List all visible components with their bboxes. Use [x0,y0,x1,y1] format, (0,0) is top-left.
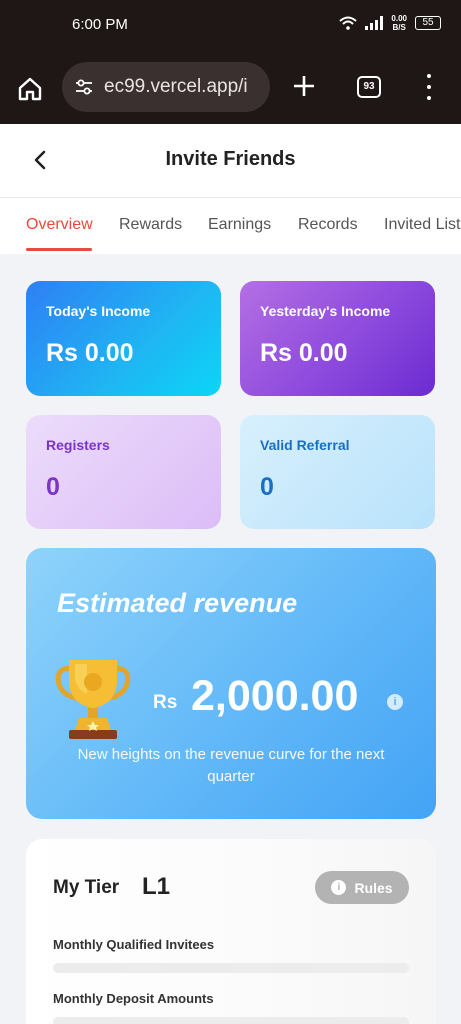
browser-chrome: 6:00 PM 0.00 B/S 55 ec99.vercel.app/i 93 [0,0,461,124]
active-tab-indicator [26,248,92,251]
estimated-revenue-card: Estimated revenue Rs 2,000.00 i New heig… [26,548,436,819]
wifi-icon [339,16,358,30]
info-icon: i [331,880,347,895]
status-time: 6:00 PM [72,16,128,33]
rules-button[interactable]: i Rules [315,871,409,904]
tab-records[interactable]: Records [298,216,358,234]
app-header: Invite Friends [0,124,461,198]
today-income-card: Today's Income Rs 0.00 [26,281,221,396]
trophy-icon [55,660,131,739]
url-bar: ec99.vercel.app/i 93 [0,60,461,116]
tab-earnings[interactable]: Earnings [208,216,271,234]
estimated-revenue-title: Estimated revenue [57,588,298,618]
tier-label: My Tier [53,877,120,898]
estimated-currency: Rs [153,692,178,713]
tab-rewards[interactable]: Rewards [119,216,182,234]
tab-overview[interactable]: Overview [26,216,93,234]
site-settings-icon[interactable] [74,78,94,96]
estimated-description: New heights on the revenue curve for the… [77,746,385,785]
qualified-invitees-progress [53,963,409,973]
signal-icon [365,16,384,30]
yesterday-income-label: Yesterday's Income [260,303,391,319]
plus-icon[interactable] [290,72,318,100]
today-income-label: Today's Income [46,303,151,319]
valid-referral-value: 0 [260,473,274,501]
info-icon[interactable]: i [387,694,403,710]
today-income-value: Rs 0.00 [46,339,134,367]
battery-icon: 55 [415,16,441,30]
tab-switcher-icon[interactable]: 93 [357,76,381,98]
tab-invited-list[interactable]: Invited List [384,216,460,234]
rules-label: Rules [354,879,393,896]
tier-card: My Tier L1 i Rules Monthly Qualified Inv… [26,839,436,1024]
qualified-invitees-label: Monthly Qualified Invitees [53,937,215,952]
valid-referral-label: Valid Referral [260,437,350,453]
url-text: ec99.vercel.app/i [104,76,248,97]
page-title: Invite Friends [165,148,296,170]
registers-card: Registers 0 [26,415,221,529]
home-icon[interactable] [16,75,44,103]
tab-bar: Overview Rewards Earnings Records Invite… [0,198,461,254]
tier-level: L1 [142,873,171,900]
deposit-amounts-label: Monthly Deposit Amounts [53,991,214,1006]
registers-label: Registers [46,437,110,453]
valid-referral-card: Valid Referral 0 [240,415,435,529]
yesterday-income-value: Rs 0.00 [260,339,348,367]
status-bar: 6:00 PM 0.00 B/S 55 [0,0,461,52]
yesterday-income-card: Yesterday's Income Rs 0.00 [240,281,435,396]
more-vert-icon[interactable] [424,74,434,100]
status-system-icons: 0.00 B/S 55 [339,14,441,32]
network-speed: 0.00 B/S [391,14,407,32]
speed-value: 0.00 [391,14,407,23]
address-field[interactable]: ec99.vercel.app/i [62,62,270,112]
speed-unit: B/S [392,23,406,32]
deposit-amounts-progress [53,1017,409,1024]
estimated-amount: 2,000.00 [191,672,359,720]
registers-value: 0 [46,473,60,501]
